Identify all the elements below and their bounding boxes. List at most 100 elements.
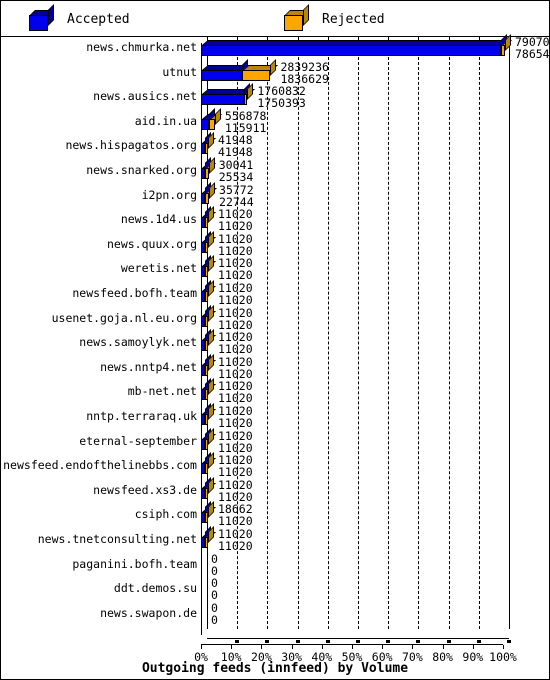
bar-row: i2pn.org 35772 22744 <box>1 181 549 207</box>
row-label: aid.in.ua <box>134 113 197 128</box>
bar-segment-rejected <box>204 329 216 352</box>
x-tick <box>503 645 504 649</box>
bar-row: news.samoylyk.net 11020 11020 <box>1 329 549 355</box>
bar-row: paganini.bofh.team 0 0 <box>1 553 549 576</box>
bar-row: news.hispagatos.org 41948 41948 <box>1 132 549 158</box>
x-tick <box>352 645 353 649</box>
row-label: news.samoylyk.net <box>79 335 197 350</box>
value-label-rejected: 1750393 <box>257 96 306 111</box>
x-tick-back <box>325 640 330 643</box>
x-tick-back <box>356 640 360 643</box>
bar-segment-rejected <box>204 206 216 229</box>
x-tick-back <box>416 640 421 643</box>
row-label: news.hispagatos.org <box>65 138 197 153</box>
row-label: mb-net.net <box>127 384 197 399</box>
row-label: utnut <box>162 64 197 79</box>
bar-row: weretis.net 11020 11020 <box>1 255 549 281</box>
bar-segment-rejected <box>204 403 216 425</box>
bar-row: csiph.com 18662 11020 <box>1 501 549 527</box>
value-label-rejected: 11020 <box>218 539 253 553</box>
bar-segment-rejected <box>204 476 216 499</box>
x-tick-back <box>446 640 451 643</box>
x-tick <box>291 645 293 649</box>
bar-segment-rejected <box>204 304 216 327</box>
row-label: i2pn.org <box>141 187 197 202</box>
value-label-rejected: 11020 <box>218 219 253 234</box>
bar-row: usenet.goja.nl.eu.org 11020 11020 <box>1 304 549 330</box>
bar-segment-rejected <box>204 280 216 302</box>
legend-swatch-accepted-icon <box>29 4 54 31</box>
row-label: news.tnetconsulting.net <box>37 532 197 546</box>
bar-segment-accepted <box>201 83 252 106</box>
value-label-rejected: 11020 <box>218 342 253 357</box>
bar-segment-rejected <box>204 230 216 253</box>
bar-row: newsfeed.endofthelinebbs.com 11020 11020 <box>1 452 549 478</box>
bar-segment-rejected <box>204 353 216 376</box>
x-tick-back <box>386 640 391 643</box>
x-tick <box>201 645 202 649</box>
value-label-rejected: 11020 <box>218 293 253 307</box>
bar-row: news.snarked.org 30041 25534 <box>1 157 549 183</box>
bar-row: newsfeed.xs3.de 11020 11020 <box>1 476 549 502</box>
row-label: news.ausics.net <box>93 89 197 104</box>
chart-legend: Accepted Rejected <box>1 1 549 37</box>
row-label: csiph.com <box>134 507 197 522</box>
legend-label-accepted: Accepted <box>67 12 130 27</box>
x-tick-back <box>235 640 240 643</box>
value-label-rejected: 0 <box>211 588 218 603</box>
bar-row: news.ausics.net 1760832 1750393 <box>1 83 549 109</box>
x-tick <box>321 645 323 649</box>
row-label: news.nntp4.net <box>100 359 197 374</box>
x-tick-back <box>507 640 511 643</box>
bar-segment-accepted <box>201 34 509 56</box>
legend-swatch-rejected-icon <box>284 4 309 31</box>
bar-segment-rejected <box>241 58 278 81</box>
bar-segment-rejected <box>204 157 216 179</box>
row-label: newsfeed.bofh.team <box>72 286 197 300</box>
row-label: newsfeed.xs3.de <box>93 482 197 497</box>
bar-row: news.swapon.de 0 0 <box>1 602 549 625</box>
bar-row: utnut 2839236 1836629 <box>1 58 549 84</box>
row-label: paganini.bofh.team <box>72 556 197 571</box>
row-label: eternal-september <box>79 433 197 448</box>
chart-page: Accepted Rejected news.chmurka.net7907064… <box>0 0 550 680</box>
row-label: news.swapon.de <box>100 605 197 620</box>
bar-row: news.quux.org 11020 11020 <box>1 230 549 256</box>
value-label-rejected: 11020 <box>218 416 253 430</box>
bar-segment-rejected <box>501 34 513 56</box>
bar-row: ddt.demos.su 0 0 <box>1 578 549 601</box>
x-tick <box>442 645 444 649</box>
value-label-rejected: 7865413 <box>514 47 550 61</box>
bar-segment-rejected <box>243 83 255 106</box>
bar-segment-rejected <box>204 255 216 278</box>
bar-row: news.tnetconsulting.net 11020 11020 <box>1 526 549 552</box>
row-label: newsfeed.endofthelinebbs.com <box>3 458 197 473</box>
chart-title: Outgoing feeds (innfeed) by Volume <box>141 661 409 676</box>
value-label-rejected: 11020 <box>218 465 253 480</box>
bar-segment-rejected <box>204 132 216 155</box>
bar-segment-accepted <box>201 58 249 81</box>
bar-row: aid.in.ua 556878 115911 <box>1 107 549 133</box>
bar-row: news.1d4.us 11020 11020 <box>1 206 549 232</box>
row-label: news.1d4.us <box>120 212 197 227</box>
bar-rows: news.chmurka.net79070647865413utnut28392… <box>1 34 550 636</box>
row-label: ddt.demos.su <box>113 581 197 596</box>
bar-segment-rejected <box>204 378 216 401</box>
row-label: news.chmurka.net <box>86 40 197 54</box>
x-tick-back <box>295 640 300 643</box>
axis-baseline-back <box>207 638 509 639</box>
bar-segment-rejected <box>204 452 216 475</box>
bar-row: nntp.terraraq.uk 11020 11020 <box>1 403 549 429</box>
x-tick <box>261 645 263 649</box>
bar-segment-rejected <box>204 501 216 524</box>
bar-segment-rejected <box>204 427 216 450</box>
x-tick <box>472 645 474 649</box>
x-tick <box>412 645 414 649</box>
bar-row: mb-net.net 11020 11020 <box>1 378 549 404</box>
legend-label-rejected: Rejected <box>322 12 385 27</box>
bar-segment-rejected <box>204 526 216 548</box>
plot-area: news.chmurka.net79070647865413utnut28392… <box>1 34 550 679</box>
bar-row: newsfeed.bofh.team 11020 11020 <box>1 280 549 306</box>
row-label: nntp.terraraq.uk <box>86 409 197 423</box>
row-label: news.quux.org <box>106 236 197 251</box>
